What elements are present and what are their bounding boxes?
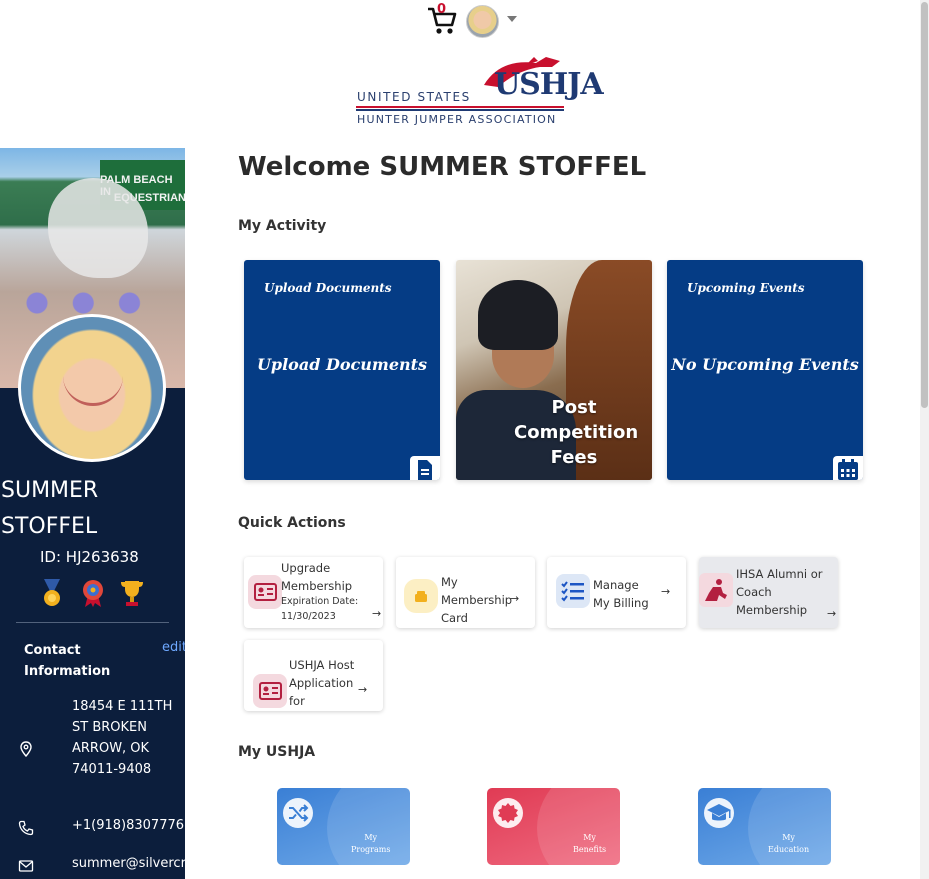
logo-red-rule [356,106,564,108]
arrow-right-icon: → [827,607,837,620]
quick-action-label: My Membership Card [441,575,513,625]
arrow-right-icon: → [358,683,368,696]
post-competition-fees-label: Post Competition Fees [514,397,639,468]
contact-phone[interactable]: +1(918)8307776 [72,818,184,833]
my-card-label: My Benefits [573,832,606,856]
quick-action-membership-card[interactable]: My Membership Card → [396,557,535,628]
activity-card-main-label: Upload Documents [256,355,428,374]
quick-actions-title: Quick Actions [238,515,346,531]
my-ushja-title: My USHJA [238,744,316,760]
phone-icon [18,820,34,836]
activity-card-upload-documents[interactable]: Upload Documents Upload Documents [244,260,440,480]
ribbon-award-icon [83,580,103,607]
my-card-line1: My [364,833,378,842]
gold-medal-icon [44,579,60,606]
arrow-right-icon: → [372,607,382,620]
badge-icon [493,798,523,828]
activity-card-main-label: No Upcoming Events [671,355,859,374]
shuffle-icon [283,798,313,828]
logo-blue-rule [356,109,564,111]
arrow-right-icon: → [510,592,520,605]
cart-count-badge: 0 [437,2,447,17]
contact-info-title: Contact Information [24,643,111,679]
profile-id: ID: HJ263638 [40,548,139,566]
quick-action-manage-billing[interactable]: Manage My Billing → [547,557,686,628]
activity-card-overlay-label: Post Competition Fees [456,395,652,470]
contact-address: 18454 E 111TH ST BROKEN ARROW, OK 74011-… [72,699,173,777]
quick-action-label: USHJA Host Application for [289,658,355,708]
chevron-down-icon[interactable] [507,16,517,22]
logo-mark: USHJA [494,67,604,102]
my-card-line2: Education [768,845,810,854]
my-card-label: My Programs [351,832,390,856]
photo-rider-helmet [478,280,558,350]
top-header: 0 USHJA UNITED STATES HUNTER JUMPER ASSO… [0,0,920,148]
arrow-right-icon: → [661,585,671,598]
logo-line2: HUNTER JUMPER ASSOCIATION [357,113,557,126]
activity-card-small-label: Upload Documents [264,281,392,295]
profile-photo[interactable] [18,314,166,462]
corner-tab [410,456,440,480]
trophy-icon [121,581,143,606]
quick-action-upgrade-membership[interactable]: Upgrade Membership Expiration Date: 11/3… [244,557,383,628]
quick-action-label: Upgrade Membership [281,561,353,593]
graduation-cap-icon [704,798,734,828]
id-card-icon [248,575,282,609]
my-card-line1: My [782,833,795,842]
profile-sidebar: PALM BEACH IN EQUESTRIAN SUMMER STOFFEL … [0,148,185,879]
profile-first-name: SUMMER [1,478,99,503]
quick-action-label: Manage My Billing [593,578,649,610]
my-activity-title: My Activity [238,218,327,234]
edit-contact-link[interactable]: edit [162,640,185,655]
activity-card-upcoming-events[interactable]: Upcoming Events No Upcoming Events [667,260,863,480]
ushja-logo[interactable]: USHJA UNITED STATES HUNTER JUMPER ASSOCI… [356,55,604,129]
wallet-icon [404,579,438,613]
corner-tab [833,456,863,480]
mail-icon [18,860,34,872]
scrollbar-thumb[interactable] [921,2,928,408]
id-card-icon [253,674,287,708]
user-avatar[interactable] [466,5,499,38]
my-card-line2: Programs [351,845,391,854]
quick-action-ihsa-alumni[interactable]: IHSA Alumni or Coach Membership → [699,557,838,628]
activity-card-post-competition-fees[interactable]: Post Competition Fees [456,260,652,480]
rider-icon [699,573,733,607]
list-icon [556,574,590,608]
sidebar-divider [16,622,169,623]
document-icon [418,460,432,480]
map-pin-icon [20,741,32,757]
quick-action-host-application[interactable]: USHJA Host Application for → [244,640,383,711]
profile-last-name: STOFFEL [1,514,98,539]
my-benefits-card[interactable]: My Benefits [487,788,620,865]
my-education-card[interactable]: My Education [698,788,831,865]
quick-action-expiration: Expiration Date: 11/30/2023 [281,596,359,622]
my-card-label: My Education [768,832,809,856]
my-card-line1: My [583,833,596,842]
my-card-line2: Benefits [573,845,607,854]
activity-card-small-label: Upcoming Events [687,281,805,295]
my-programs-card[interactable]: My Programs [277,788,410,865]
calendar-icon [838,459,858,480]
logo-line1: UNITED STATES [357,90,471,104]
app-root: 0 USHJA UNITED STATES HUNTER JUMPER ASSO… [0,0,929,879]
welcome-heading: Welcome SUMMER STOFFEL [238,152,647,182]
quick-action-label: IHSA Alumni or Coach Membership [736,567,823,617]
contact-email[interactable]: summer@silvercr [72,856,185,871]
